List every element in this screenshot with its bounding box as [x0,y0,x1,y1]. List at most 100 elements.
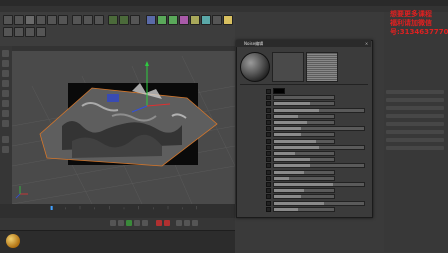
texture-mode-icon[interactable] [2,60,9,67]
timeline-ruler[interactable] [14,206,234,210]
playback-bar [0,218,235,230]
watermark-line-1: 想要更多课程 [390,10,432,18]
points-icon[interactable] [2,80,9,87]
slider-fill [274,158,310,162]
property-row[interactable] [240,144,368,150]
3d-viewport[interactable] [12,46,235,204]
go-to-start-icon[interactable] [110,220,116,226]
material-manager [0,230,235,253]
x-axis-icon[interactable] [72,15,82,25]
property-row[interactable] [240,100,368,107]
property-row[interactable] [240,156,368,163]
make-editable-icon[interactable] [3,27,13,37]
attribute-row[interactable] [386,138,444,142]
render-settings-icon[interactable] [130,15,140,25]
property-row[interactable] [240,138,368,144]
scale-tool-icon[interactable] [47,15,57,25]
record-icon[interactable] [156,220,162,226]
polygons-icon[interactable] [2,100,9,107]
attribute-row[interactable] [386,146,444,150]
property-row[interactable] [240,193,368,200]
property-row[interactable] [240,200,368,206]
keyframe-position-icon[interactable] [176,220,182,226]
attribute-row[interactable] [386,106,444,110]
property-row[interactable] [240,175,368,181]
property-row[interactable] [240,94,368,101]
viewport-scene [12,55,235,204]
subdivision-icon[interactable] [168,15,178,25]
light-icon[interactable] [223,15,233,25]
property-row[interactable] [240,125,368,132]
material-preview-sphere[interactable] [240,52,270,82]
slider-fill [274,152,295,155]
slider-fill [274,164,310,168]
property-row[interactable] [240,187,368,194]
axis-icon[interactable] [2,110,9,117]
property-row[interactable] [240,107,368,113]
property-row[interactable] [240,150,368,156]
property-row[interactable] [240,88,368,94]
slider-fill [274,139,316,143]
dialog-title-bar[interactable]: Noise编辑 × [236,40,371,47]
property-row[interactable] [240,119,368,125]
camera-icon[interactable] [212,15,222,25]
go-to-end-icon[interactable] [142,220,148,226]
watermark-line-2: 福利请加微信 [390,19,432,27]
previous-frame-icon[interactable] [118,220,124,226]
attribute-row[interactable] [386,114,444,118]
attribute-row[interactable] [386,98,444,102]
material-thumbnail[interactable] [6,234,20,248]
tweak-icon[interactable] [2,120,9,127]
y-axis-icon[interactable] [83,15,93,25]
attribute-row[interactable] [386,130,444,134]
property-row[interactable] [240,131,368,138]
attribute-row[interactable] [386,122,444,126]
divider [240,84,368,85]
attribute-row[interactable] [386,90,444,94]
move-tool-icon[interactable] [36,15,46,25]
property-row[interactable] [240,181,368,187]
select-tool-icon[interactable] [25,15,35,25]
rotate-tool-icon[interactable] [58,15,68,25]
property-row[interactable] [240,169,368,175]
points-mode-icon[interactable] [14,27,24,37]
array-icon[interactable] [179,15,189,25]
z-axis-icon[interactable] [94,15,104,25]
lock-workplane-icon[interactable] [2,146,9,153]
dialog-title: Noise编辑 [244,41,264,46]
close-icon[interactable]: × [364,41,369,46]
render-picture-viewer-icon[interactable] [119,15,129,25]
slider-fill [274,133,301,137]
edges-icon[interactable] [2,90,9,97]
property-row[interactable] [240,206,368,212]
slider-fill [274,183,333,186]
play-icon[interactable] [126,220,132,226]
playhead[interactable] [50,206,53,210]
timeline[interactable] [0,204,235,218]
edges-mode-icon[interactable] [25,27,35,37]
undo-icon[interactable] [3,15,13,25]
y-axis-arrow-icon[interactable] [145,61,149,66]
value-slider[interactable] [273,206,335,212]
animate-checkbox[interactable] [266,206,271,212]
keyframe-rotation-icon[interactable] [192,220,198,226]
property-row[interactable] [240,113,368,119]
polygons-mode-icon[interactable] [36,27,46,37]
color-swatch[interactable] [273,88,285,94]
autokey-icon[interactable] [164,220,170,226]
next-frame-icon[interactable] [134,220,140,226]
noise-preview [306,52,338,82]
viewport-menu-bar [12,46,235,51]
redo-icon[interactable] [14,15,24,25]
snap-icon[interactable] [2,136,9,143]
model-mode-icon[interactable] [2,50,9,57]
render-view-icon[interactable] [108,15,118,25]
slider-fill [274,127,301,131]
keyframe-scale-icon[interactable] [184,220,190,226]
cube-icon[interactable] [146,15,156,25]
workplane-icon[interactable] [2,70,9,77]
scene-icon[interactable] [201,15,211,25]
pen-icon[interactable] [157,15,167,25]
property-row[interactable] [240,162,368,169]
deformer-icon[interactable] [190,15,200,25]
